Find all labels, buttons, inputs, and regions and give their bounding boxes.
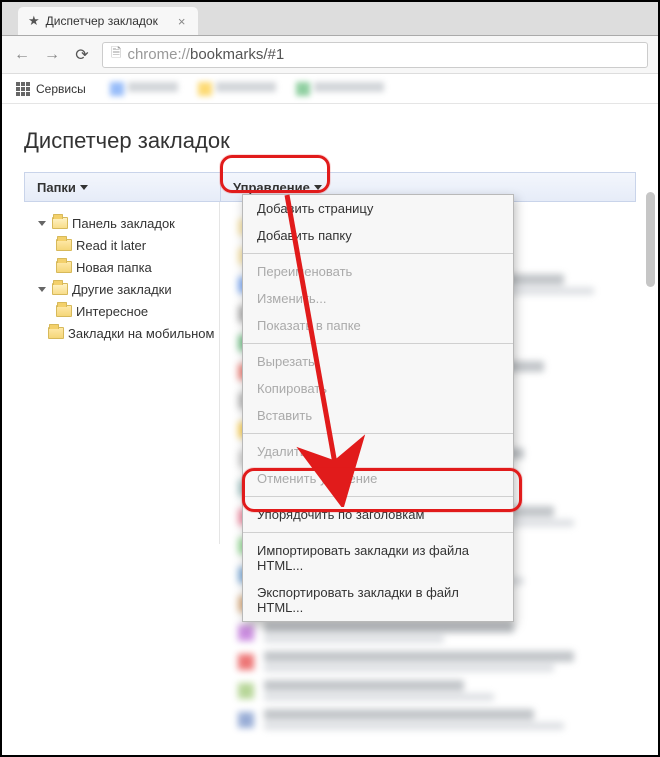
menu-separator [243,253,513,254]
folder-tree: Панель закладок Read it later Новая папк… [24,202,220,544]
tree-label: Read it later [76,238,146,253]
tree-label: Панель закладок [72,216,175,231]
folder-icon [56,239,72,251]
folder-icon [56,261,72,273]
url-bar[interactable]: 🗎 chrome://bookmarks/#1 [102,42,648,68]
folder-icon [56,305,72,317]
tab-title: Диспетчер закладок [46,14,158,28]
menu-item-edit: Изменить... [243,285,513,312]
close-icon[interactable]: × [178,14,186,29]
tree-item-other-bookmarks[interactable]: Другие закладки [30,278,219,300]
bookmarks-bar: Сервисы [2,74,658,104]
menu-item-undo-delete: Отменить удаление [243,465,513,492]
back-button: ← [12,46,32,64]
tree-item-interesting[interactable]: Интересное [30,300,219,322]
menu-separator [243,532,513,533]
menu-item-copy: Копировать [243,375,513,402]
tree-item-bookmarks-panel[interactable]: Панель закладок [30,212,219,234]
tree-item-read-later[interactable]: Read it later [30,234,219,256]
manage-label: Управление [233,180,310,195]
menu-item-paste: Вставить [243,402,513,429]
manage-dropdown-menu: Добавить страницу Добавить папку Переиме… [242,194,514,622]
folder-icon [52,217,68,229]
menu-item-show-in-folder: Показать в папке [243,312,513,339]
chevron-down-icon [314,185,322,190]
url-path: bookmarks/#1 [190,46,284,63]
menu-item-rename: Переименовать [243,258,513,285]
tree-item-new-folder[interactable]: Новая папка [30,256,219,278]
chevron-down-icon[interactable] [38,221,46,226]
menu-item-add-folder[interactable]: Добавить папку [243,222,513,249]
menu-item-cut: Вырезать [243,348,513,375]
tree-label: Новая папка [76,260,152,275]
menu-item-export-html[interactable]: Экспортировать закладки в файл HTML... [243,579,513,621]
menu-item-add-page[interactable]: Добавить страницу [243,195,513,222]
folder-icon [48,327,64,339]
list-item[interactable] [238,705,618,734]
tree-label: Закладки на мобильном [68,326,214,341]
menu-separator [243,496,513,497]
reload-button[interactable]: ⟳ [72,45,92,65]
menu-item-delete: Удалить [243,438,513,465]
scrollbar-thumb[interactable] [646,192,655,287]
apps-icon[interactable] [16,82,30,96]
list-item[interactable] [238,676,618,705]
url-prefix: chrome:// [127,46,190,63]
folders-label: Папки [37,180,76,195]
menu-separator [243,343,513,344]
tree-label: Другие закладки [72,282,172,297]
menu-item-import-html[interactable]: Импортировать закладки из файла HTML... [243,537,513,579]
chevron-down-icon [80,185,88,190]
apps-label[interactable]: Сервисы [36,82,86,96]
chevron-down-icon[interactable] [38,287,46,292]
list-item[interactable] [238,647,618,676]
page-title: Диспетчер закладок [24,128,636,154]
folder-icon [52,283,68,295]
menu-separator [243,433,513,434]
file-icon: 🗎 [111,44,121,66]
tab-bar: ★ Диспетчер закладок × [2,2,658,36]
browser-tab[interactable]: ★ Диспетчер закладок × [18,7,198,35]
folders-header[interactable]: Папки [25,173,221,201]
forward-button: → [42,46,62,64]
menu-item-sort-by-title[interactable]: Упорядочить по заголовкам [243,501,513,528]
toolbar: ← → ⟳ 🗎 chrome://bookmarks/#1 [2,36,658,74]
tree-label: Интересное [76,304,148,319]
star-icon: ★ [28,13,40,29]
tree-item-mobile-bookmarks[interactable]: Закладки на мобильном [30,322,219,344]
list-item[interactable] [238,618,618,647]
